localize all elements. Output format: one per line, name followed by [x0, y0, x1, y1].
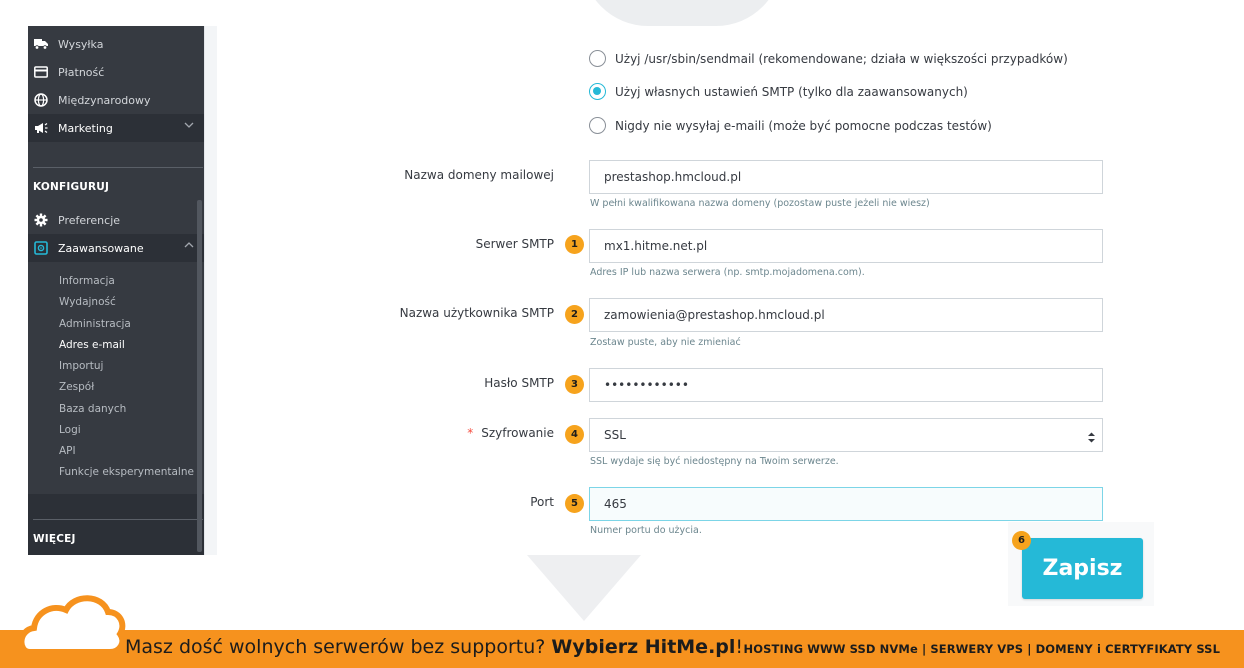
mail-option-smtp[interactable]: Użyj własnych ustawień SMTP (tylko dla z… — [589, 83, 968, 100]
section-title-more: WIĘCEJ — [33, 533, 76, 545]
sidebar-item-payment[interactable]: Płatność — [28, 58, 204, 86]
sidebar-item-marketing[interactable]: Marketing — [28, 114, 204, 142]
radio-label: Użyj własnych ustawień SMTP (tylko dla z… — [615, 84, 968, 99]
smtp-password-label: Hasło SMTP — [484, 376, 554, 390]
sidebar-footer-band — [28, 494, 204, 555]
sidebar-divider — [33, 167, 203, 168]
port-label: Port — [530, 495, 554, 509]
submenu-item-team[interactable]: Zespół — [59, 381, 94, 393]
step-badge-3: 3 — [565, 375, 584, 394]
submenu-item-information[interactable]: Informacja — [59, 275, 115, 287]
step-badge-6: 6 — [1012, 531, 1031, 550]
promo-text-after: ! — [735, 636, 744, 658]
smtp-user-input[interactable] — [589, 298, 1103, 332]
sidebar-scrollbar[interactable] — [197, 200, 202, 552]
decorative-arc — [582, 0, 782, 26]
chevron-down-icon — [184, 120, 194, 130]
sidebar-item-shipping[interactable]: Wysyłka — [28, 30, 204, 58]
encryption-select[interactable]: SSL — [589, 418, 1103, 452]
radio-label: Nigdy nie wysyłaj e-maili (może być pomo… — [615, 118, 992, 133]
smtp-server-hint: Adres IP lub nazwa serwera (np. smtp.moj… — [590, 267, 865, 278]
mail-option-never[interactable]: Nigdy nie wysyłaj e-maili (może być pomo… — [589, 117, 992, 134]
step-badge-5: 5 — [565, 494, 584, 513]
smtp-user-label: Nazwa użytkownika SMTP — [399, 306, 554, 320]
promo-text-before: Masz dość wolnych serwerów bez supportu? — [125, 636, 552, 658]
sidebar-item-label: Międzynarodowy — [58, 93, 151, 107]
encryption-hint: SSL wydaje się być niedostępny na Twoim … — [590, 456, 839, 467]
submenu-item-performance[interactable]: Wydajność — [59, 296, 116, 308]
domain-label: Nazwa domeny mailowej — [404, 168, 554, 182]
promo-brand[interactable]: Wybierz HitMe.pl — [551, 636, 735, 658]
step-badge-2: 2 — [565, 305, 584, 324]
submenu-item-import[interactable]: Importuj — [59, 360, 103, 372]
step-badge-4: 4 — [565, 425, 584, 444]
sidebar-item-label: Płatność — [58, 65, 105, 79]
encryption-label: * Szyfrowanie — [467, 426, 554, 440]
sidebar-edge — [204, 26, 217, 555]
sidebar-item-advanced[interactable]: Zaawansowane — [28, 234, 204, 262]
smtp-password-input[interactable] — [589, 368, 1103, 402]
required-mark: * — [467, 426, 474, 440]
submenu-item-experimental[interactable]: Funkcje eksperymentalne — [59, 466, 194, 478]
decorative-arrow — [527, 555, 641, 621]
globe-icon — [34, 93, 48, 107]
port-hint: Numer portu do użycia. — [590, 525, 702, 536]
submenu-item-database[interactable]: Baza danych — [59, 403, 126, 415]
encryption-select-value: SSL — [604, 428, 626, 442]
submenu-item-email[interactable]: Adres e-mail — [59, 339, 125, 351]
card-icon — [34, 65, 48, 79]
chevron-up-icon — [184, 240, 194, 250]
cog-box-icon — [34, 241, 48, 255]
submenu-item-administration[interactable]: Administracja — [59, 318, 131, 330]
encryption-label-text: Szyfrowanie — [481, 426, 554, 440]
radio-smtp[interactable] — [589, 83, 606, 100]
port-input[interactable] — [589, 487, 1103, 521]
section-title-configure: KONFIGURUJ — [33, 181, 110, 193]
save-button[interactable]: Zapisz — [1022, 538, 1143, 599]
submenu-item-logs[interactable]: Logi — [59, 424, 81, 436]
sidebar-item-label: Zaawansowane — [58, 241, 144, 255]
sidebar-item-preferences[interactable]: Preferencje — [28, 206, 204, 234]
mail-option-sendmail[interactable]: Użyj /usr/sbin/sendmail (rekomendowane; … — [589, 50, 1068, 67]
select-caret-icon — [1087, 429, 1096, 443]
promo-text: Masz dość wolnych serwerów bez supportu?… — [125, 636, 743, 658]
sidebar-item-label: Preferencje — [58, 213, 121, 227]
sidebar-divider — [33, 519, 203, 520]
radio-label: Użyj /usr/sbin/sendmail (rekomendowane; … — [615, 51, 1068, 66]
domain-input[interactable] — [589, 160, 1103, 194]
megaphone-icon — [34, 121, 48, 135]
step-badge-1: 1 — [565, 235, 584, 254]
promo-services: HOSTING WWW SSD NVMe | SERWERY VPS | DOM… — [743, 642, 1220, 656]
gear-icon — [34, 213, 48, 227]
domain-hint: W pełni kwalifikowana nazwa domeny (pozo… — [590, 198, 930, 209]
submenu-item-api[interactable]: API — [59, 445, 76, 457]
sidebar-item-label: Wysyłka — [58, 37, 104, 51]
sidebar-item-label: Marketing — [58, 121, 113, 135]
smtp-server-label: Serwer SMTP — [475, 237, 554, 251]
sidebar-item-international[interactable]: Międzynarodowy — [28, 86, 204, 114]
truck-icon — [34, 37, 48, 51]
radio-never[interactable] — [589, 117, 606, 134]
smtp-server-input[interactable] — [589, 229, 1103, 263]
radio-sendmail[interactable] — [589, 50, 606, 67]
sidebar: Wysyłka Płatność Międzynarodowy Marketin… — [28, 26, 204, 555]
smtp-user-hint: Zostaw puste, aby nie zmieniać — [590, 337, 741, 348]
cloud-logo-icon — [16, 590, 126, 660]
